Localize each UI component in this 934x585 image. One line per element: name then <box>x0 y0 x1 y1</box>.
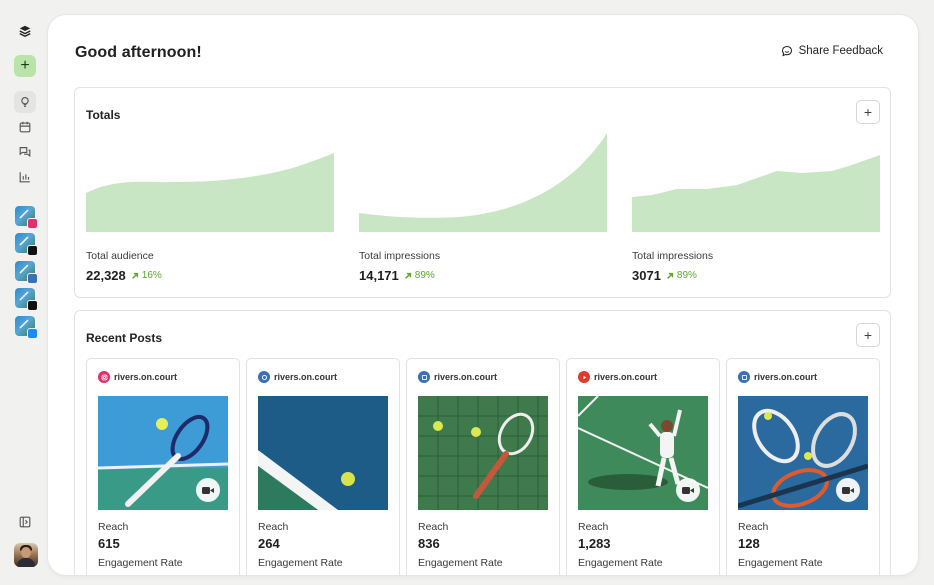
post-thumbnail <box>98 396 228 510</box>
post-card[interactable]: rivers.on.court Reach 1,283 Engagement R… <box>566 358 720 575</box>
analytics-icon[interactable] <box>14 166 36 188</box>
reach-label: Reach <box>578 521 609 533</box>
reach-value: 615 <box>98 536 120 551</box>
post-card[interactable]: rivers.on.court Reach 128 Engagement Rat… <box>726 358 880 575</box>
layers-icon[interactable] <box>14 20 36 42</box>
recent-posts-card: Recent Posts + rivers.on.court Reach 615… <box>74 310 891 575</box>
post-handle: rivers.on.court <box>274 372 338 382</box>
youtube-icon <box>578 371 590 383</box>
post-thumbnail <box>738 396 868 510</box>
account-bluesky[interactable] <box>15 316 38 339</box>
post-handle: rivers.on.court <box>114 372 178 382</box>
reach-label: Reach <box>258 521 289 533</box>
metric-change: 16% <box>131 270 162 281</box>
post-handle: rivers.on.court <box>434 372 498 382</box>
engagement-label: Engagement Rate <box>578 557 663 569</box>
metric-label: Total impressions <box>632 250 714 262</box>
metric-change: 89% <box>404 270 435 281</box>
feedback-icon <box>781 45 792 57</box>
metric-change-value: 89% <box>676 270 697 281</box>
reach-label: Reach <box>738 521 769 533</box>
linkedin-icon <box>27 273 38 284</box>
lightbulb-icon[interactable] <box>14 91 36 113</box>
post-thumbnail <box>418 396 548 510</box>
metric-audience: Total audience 22,328 16% <box>86 133 334 283</box>
reach-label: Reach <box>418 521 449 533</box>
metric-impressions-1: Total impressions 14,171 89% <box>359 133 607 283</box>
page-title: Good afternoon! <box>75 44 202 61</box>
sidebar: + <box>0 0 48 585</box>
main-panel: Good afternoon! Share Feedback Totals + … <box>48 15 918 575</box>
impressions-area-chart <box>632 155 880 232</box>
engagement-label: Engagement Rate <box>738 557 823 569</box>
reach-value: 128 <box>738 536 760 551</box>
metric-label: Total audience <box>86 250 154 262</box>
video-icon <box>836 478 860 502</box>
account-x[interactable] <box>15 288 38 311</box>
metric-value: 14,171 <box>359 268 399 283</box>
post-handle: rivers.on.court <box>754 372 818 382</box>
instagram-icon <box>98 371 110 383</box>
totals-title: Totals <box>86 108 121 122</box>
video-icon <box>196 478 220 502</box>
account-instagram[interactable] <box>15 206 38 229</box>
threads-icon <box>27 245 38 256</box>
threads-icon <box>258 371 270 383</box>
share-feedback-button[interactable]: Share Feedback <box>781 45 883 57</box>
engagement-label: Engagement Rate <box>98 557 183 569</box>
impressions-area-chart <box>359 133 607 232</box>
post-thumbnail <box>258 396 388 510</box>
metric-change-value: 89% <box>414 270 435 281</box>
calendar-icon[interactable] <box>14 116 36 138</box>
account-linkedin[interactable] <box>15 261 38 284</box>
metric-change-value: 16% <box>141 270 162 281</box>
engagement-label: Engagement Rate <box>258 557 343 569</box>
totals-card: Totals + Total audience 22,328 16% Total… <box>74 87 891 298</box>
linkedin-icon <box>738 371 750 383</box>
share-feedback-label: Share Feedback <box>798 45 883 57</box>
reach-value: 264 <box>258 536 280 551</box>
post-card[interactable]: rivers.on.court Reach 836 Engagement Rat <box>406 358 560 575</box>
arrow-up-right-icon <box>667 272 674 279</box>
chat-icon[interactable] <box>14 141 36 163</box>
account-threads[interactable] <box>15 233 38 256</box>
post-card[interactable]: rivers.on.court Reach 615 Engagement Rat… <box>86 358 240 575</box>
reach-label: Reach <box>98 521 129 533</box>
panel-toggle-icon[interactable] <box>14 511 36 533</box>
add-icon[interactable]: + <box>14 55 36 77</box>
recent-posts-title: Recent Posts <box>86 331 163 345</box>
bluesky-icon <box>27 328 38 339</box>
post-card[interactable]: rivers.on.court Reach 264 Engagement Rat… <box>246 358 400 575</box>
post-thumbnail <box>578 396 708 510</box>
post-handle: rivers.on.court <box>594 372 658 382</box>
reach-value: 1,283 <box>578 536 611 551</box>
video-icon <box>676 478 700 502</box>
audience-area-chart <box>86 153 334 232</box>
linkedin-icon <box>418 371 430 383</box>
add-post-button[interactable]: + <box>856 323 880 347</box>
instagram-icon <box>27 218 38 229</box>
metric-value: 3071 <box>632 268 661 283</box>
avatar[interactable] <box>14 543 38 567</box>
reach-value: 836 <box>418 536 440 551</box>
arrow-up-right-icon <box>131 272 138 279</box>
x-icon <box>27 300 38 311</box>
metric-label: Total impressions <box>359 250 441 262</box>
metric-value: 22,328 <box>86 268 126 283</box>
engagement-label: Engagement Rate <box>418 557 503 569</box>
arrow-up-right-icon <box>404 272 411 279</box>
metric-impressions-2: Total impressions 3071 89% <box>632 133 880 283</box>
add-metric-button[interactable]: + <box>856 100 880 124</box>
metric-change: 89% <box>666 270 697 281</box>
